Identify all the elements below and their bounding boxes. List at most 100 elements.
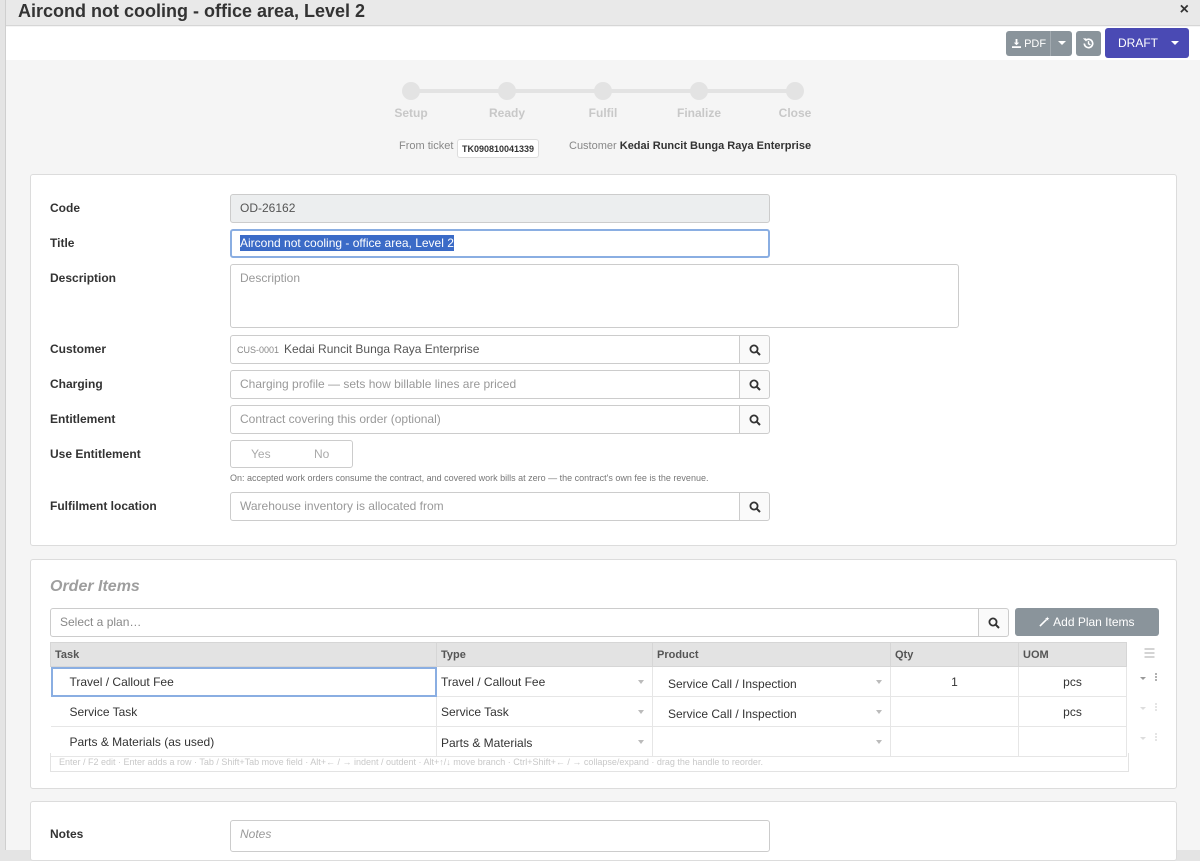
order-items-title: Order Items xyxy=(50,578,140,595)
customer-code: CUS-0001 xyxy=(237,345,280,355)
customer-search-button[interactable] xyxy=(739,335,770,364)
table-row[interactable]: Service Task Service Task Service Call /… xyxy=(50,696,1127,727)
step-dot-finalize xyxy=(690,82,708,100)
pdf-button[interactable]: PDF xyxy=(1006,31,1072,56)
step-label-fulfil: Fulfil xyxy=(588,106,618,120)
fulfilment-input[interactable]: Warehouse inventory is allocated from xyxy=(230,492,740,521)
entitlement-input[interactable]: Contract covering this order (optional) xyxy=(230,405,740,434)
product-value: Service Call / Inspection xyxy=(668,676,797,691)
toggle-no[interactable]: No xyxy=(314,447,329,461)
use-entitlement-help: On: accepted work orders consume the con… xyxy=(230,473,709,483)
charging-search-button[interactable] xyxy=(739,370,770,399)
history-button[interactable] xyxy=(1076,31,1101,56)
task-cell[interactable]: Parts & Materials (as used) xyxy=(50,726,437,757)
entitlement-label: Entitlement xyxy=(50,412,116,426)
column-header-uom: UOM xyxy=(1018,642,1127,667)
draft-label: DRAFT xyxy=(1118,36,1158,50)
keyboard-help: Enter / F2 edit · Enter adds a row · Tab… xyxy=(50,753,1129,772)
use-entitlement-label: Use Entitlement xyxy=(50,447,141,461)
task-cell[interactable]: Travel / Callout Fee xyxy=(50,666,437,697)
order-items-card: Order Items Select a plan… Add Plan Item… xyxy=(30,559,1177,789)
work-order-dialog: Aircond not cooling - office area, Level… xyxy=(5,0,1200,861)
draft-caret-icon xyxy=(1171,41,1179,45)
chevron-down-icon xyxy=(876,710,882,714)
task-cell[interactable]: Service Task xyxy=(50,696,437,727)
customer-name: Kedai Runcit Bunga Raya Enterprise xyxy=(284,342,480,356)
search-icon xyxy=(749,379,761,391)
step-dot-fulfil xyxy=(594,82,612,100)
column-header-task: Task xyxy=(50,642,437,667)
row-actions-icon[interactable] xyxy=(1137,702,1162,714)
toolbar: PDF DRAFT xyxy=(6,27,1200,60)
type-value: Service Task xyxy=(441,704,509,719)
search-icon xyxy=(749,501,761,513)
type-value: Parts & Materials xyxy=(441,736,533,750)
product-cell[interactable]: Service Call / Inspection xyxy=(652,666,891,697)
customer-input[interactable]: CUS-0001 Kedai Runcit Bunga Raya Enterpri… xyxy=(230,335,740,364)
fulfilment-label: Fulfilment location xyxy=(50,499,157,513)
add-plan-items-label: Add Plan Items xyxy=(1053,615,1135,629)
close-icon[interactable]: × xyxy=(1180,1,1189,19)
toggle-yes[interactable]: Yes xyxy=(251,447,271,461)
search-icon xyxy=(988,617,1000,629)
title-selected-text: Aircond not cooling - office area, Level… xyxy=(240,235,454,251)
table-row[interactable]: Travel / Callout Fee Travel / Callout Fe… xyxy=(50,666,1127,697)
use-entitlement-toggle[interactable]: Yes No xyxy=(230,440,353,468)
column-menu-icon[interactable] xyxy=(1137,647,1162,659)
uom-cell[interactable]: pcs xyxy=(1018,666,1127,697)
add-plan-items-button[interactable]: Add Plan Items xyxy=(1015,608,1159,636)
notes-label: Notes xyxy=(50,827,84,841)
entitlement-search-button[interactable] xyxy=(739,405,770,434)
product-cell[interactable]: Service Call / Inspection xyxy=(652,696,891,727)
magic-wand-icon xyxy=(1039,616,1050,627)
plan-search-button[interactable] xyxy=(978,608,1009,637)
dialog-header: Aircond not cooling - office area, Level… xyxy=(6,0,1200,26)
uom-cell[interactable]: pcs xyxy=(1018,696,1127,727)
product-value: Service Call / Inspection xyxy=(668,706,797,721)
code-label: Code xyxy=(50,201,80,215)
step-dot-setup xyxy=(402,82,420,100)
charging-input[interactable]: Charging profile — sets how billable lin… xyxy=(230,370,740,399)
product-cell[interactable] xyxy=(652,726,891,757)
column-header-type: Type xyxy=(436,642,653,667)
dialog-title: Aircond not cooling - office area, Level… xyxy=(18,1,366,21)
table-row[interactable]: Parts & Materials (as used) Parts & Mate… xyxy=(50,726,1127,757)
title-input[interactable]: Aircond not cooling - office area, Level… xyxy=(230,229,770,258)
step-label-ready: Ready xyxy=(488,106,526,120)
step-label-finalize: Finalize xyxy=(676,106,721,120)
description-label: Description xyxy=(50,271,117,285)
plan-select-input[interactable]: Select a plan… xyxy=(50,608,979,637)
search-icon xyxy=(749,414,761,426)
qty-cell[interactable]: 1 xyxy=(890,666,1019,697)
chevron-down-icon xyxy=(876,680,882,684)
chevron-down-icon xyxy=(876,740,882,744)
uom-cell[interactable] xyxy=(1018,726,1127,757)
status-draft-button[interactable]: DRAFT xyxy=(1105,28,1189,58)
table-header-row: Task Type Product Qty UOM xyxy=(50,642,1127,667)
ticket-badge[interactable]: TK090810041339 xyxy=(457,139,540,158)
type-cell[interactable]: Travel / Callout Fee xyxy=(436,666,653,697)
column-header-qty: Qty xyxy=(890,642,1019,667)
download-icon xyxy=(1012,38,1021,48)
pdf-dropdown-caret-icon[interactable] xyxy=(1058,41,1066,45)
qty-cell[interactable] xyxy=(890,696,1019,727)
description-textarea[interactable]: Description xyxy=(230,264,959,328)
fulfilment-search-button[interactable] xyxy=(739,492,770,521)
row-actions-icon[interactable] xyxy=(1137,732,1162,744)
notes-card: Notes Notes xyxy=(30,801,1177,861)
chevron-down-icon xyxy=(638,710,644,714)
history-icon xyxy=(1082,38,1094,49)
type-value: Travel / Callout Fee xyxy=(441,674,546,689)
qty-cell[interactable] xyxy=(890,726,1019,757)
type-cell[interactable]: Service Task xyxy=(436,696,653,727)
row-actions-icon[interactable] xyxy=(1137,672,1162,684)
customer-meta-value: Kedai Runcit Bunga Raya Enterprise xyxy=(619,140,812,152)
title-label: Title xyxy=(50,236,75,250)
order-items-table: Task Type Product Qty UOM Travel / Callo… xyxy=(50,642,1127,757)
type-cell[interactable]: Parts & Materials xyxy=(436,726,653,757)
customer-meta-label: Customer xyxy=(569,140,617,152)
step-dot-close xyxy=(786,82,804,100)
notes-input[interactable]: Notes xyxy=(230,820,770,852)
pdf-label: PDF xyxy=(1024,37,1047,50)
split-divider xyxy=(1050,31,1051,56)
